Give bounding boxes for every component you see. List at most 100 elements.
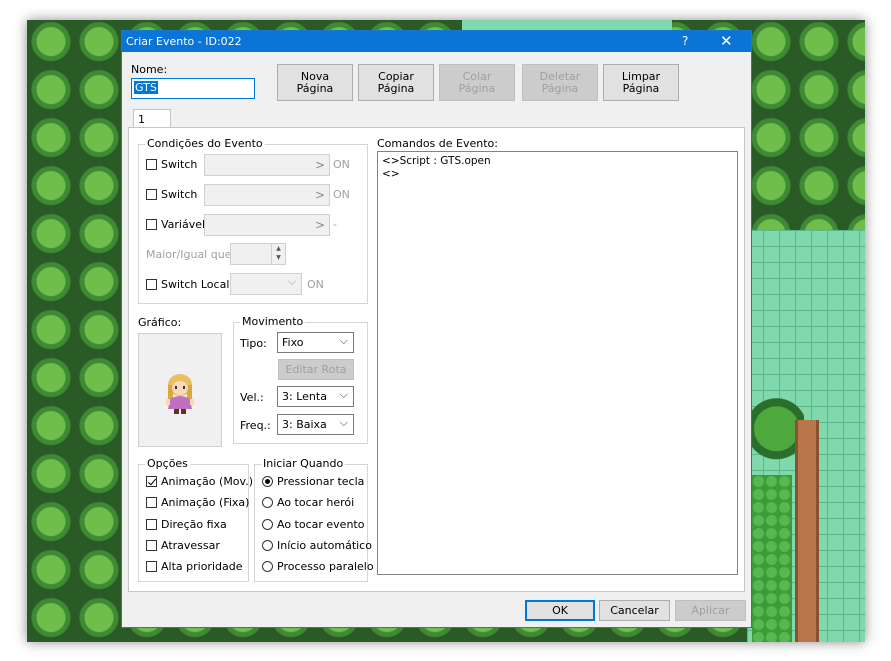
map-grass-area (462, 20, 672, 30)
variable-suffix: - (333, 218, 337, 231)
option-direction-fix-checkbox[interactable] (146, 519, 157, 530)
frequency-select[interactable]: 3: Baixa ⌵ (277, 414, 354, 435)
option-priority-checkbox[interactable] (146, 561, 157, 572)
trigger-player-touch-radio[interactable] (262, 497, 273, 508)
speed-value: 3: Lenta (282, 390, 327, 403)
local-switch-suffix: ON (307, 278, 324, 291)
command-line[interactable]: <>Script : GTS.open (382, 155, 491, 167)
option-step-animation-checkbox[interactable] (146, 497, 157, 508)
trigger-parallel-label: Processo paralelo (277, 560, 374, 573)
character-sprite (166, 374, 194, 414)
clear-page-label: Limpar (621, 69, 661, 83)
clear-page-label: Página (622, 81, 660, 95)
clear-page-button[interactable]: Limpar Página (603, 64, 679, 101)
trigger-event-touch-label: Ao tocar evento (277, 518, 365, 531)
local-switch-label: Switch Local (161, 278, 230, 291)
option-walk-animation-checkbox[interactable] (146, 476, 157, 487)
graphic-label: Gráfico: (138, 316, 182, 329)
movement-title: Movimento (240, 315, 306, 328)
window-title: Criar Evento - ID:022 (126, 35, 242, 48)
option-priority-label: Alta prioridade (161, 560, 243, 573)
trigger-player-touch-label: Ao tocar herói (277, 496, 355, 509)
switch1-checkbox[interactable] (146, 159, 157, 170)
frequency-value: 3: Baixa (282, 418, 327, 431)
trigger-parallel-radio[interactable] (262, 561, 273, 572)
trigger-event-touch-radio[interactable] (262, 519, 273, 530)
switch1-label: Switch (161, 158, 198, 171)
switch2-checkbox[interactable] (146, 189, 157, 200)
movement-type-label: Tipo: (240, 337, 267, 350)
variable-selector[interactable]: > (204, 214, 330, 236)
ok-button[interactable]: OK (525, 600, 595, 621)
greater-equal-label: Maior/Igual que (146, 248, 232, 261)
option-through-label: Atravessar (161, 539, 220, 552)
map-hedge (752, 475, 792, 642)
paste-page-button[interactable]: Colar Página (439, 64, 515, 101)
movement-type-value: Fixo (282, 336, 304, 349)
variable-checkbox[interactable] (146, 219, 157, 230)
option-step-animation-label: Animação (Fixa) (161, 496, 250, 509)
trigger-action-radio[interactable] (262, 476, 273, 487)
copy-page-label: Copiar (378, 69, 414, 83)
edit-route-button[interactable]: Editar Rota (278, 359, 354, 380)
trigger-autorun-label: Início automático (277, 539, 372, 552)
event-page-panel: Condições do Evento Switch > ON Switch >… (128, 127, 745, 592)
name-input-value: GTS (134, 81, 158, 94)
switch1-suffix: ON (333, 158, 350, 171)
graphic-preview[interactable] (138, 333, 222, 447)
switch1-selector[interactable]: > (204, 154, 330, 176)
chevron-right-icon: > (314, 158, 325, 172)
cancel-button[interactable]: Cancelar (599, 600, 670, 621)
title-bar[interactable]: Criar Evento - ID:022 ? ✕ (122, 31, 751, 52)
copy-page-button[interactable]: Copiar Página (358, 64, 434, 101)
chevron-right-icon: > (314, 188, 325, 202)
create-event-dialog: Criar Evento - ID:022 ? ✕ Nome: GTS Nova… (121, 30, 752, 628)
help-button[interactable]: ? (682, 34, 688, 48)
paste-page-label: Página (458, 81, 496, 95)
speed-label: Vel.: (240, 391, 264, 404)
option-direction-fix-label: Direção fixa (161, 518, 227, 531)
variable-value-spinner[interactable]: ▲ ▼ (230, 243, 286, 265)
conditions-group: Condições do Evento Switch > ON Switch >… (138, 137, 368, 304)
chevron-down-icon: ⌵ (339, 334, 348, 347)
commands-label: Comandos de Evento: (377, 137, 498, 150)
movement-group: Movimento Tipo: Fixo ⌵ Editar Rota Vel.:… (233, 315, 368, 444)
delete-page-label: Página (541, 81, 579, 95)
trigger-title: Iniciar Quando (261, 457, 346, 470)
options-title: Opções (145, 457, 190, 470)
local-switch-checkbox[interactable] (146, 279, 157, 290)
movement-type-select[interactable]: Fixo ⌵ (277, 332, 354, 353)
switch2-selector[interactable]: > (204, 184, 330, 206)
command-line[interactable]: <> (382, 168, 400, 180)
chevron-down-icon: ⌵ (339, 416, 348, 429)
chevron-down-icon: ⌵ (287, 275, 296, 288)
tab-page-1[interactable]: 1 (133, 109, 171, 128)
map-path (795, 420, 819, 642)
spinner-arrows-icon[interactable]: ▲ ▼ (271, 244, 285, 264)
trigger-autorun-radio[interactable] (262, 540, 273, 551)
option-through-checkbox[interactable] (146, 540, 157, 551)
new-page-button[interactable]: Nova Página (277, 64, 353, 101)
paste-page-label: Colar (462, 69, 492, 83)
conditions-title: Condições do Evento (145, 137, 265, 150)
new-page-label: Página (296, 81, 334, 95)
apply-button[interactable]: Aplicar (675, 600, 746, 621)
close-icon[interactable]: ✕ (720, 32, 733, 50)
options-group: Opções Animação (Mov.) Animação (Fixa) D… (138, 457, 253, 582)
name-label: Nome: (131, 63, 168, 76)
frequency-label: Freq.: (240, 419, 271, 432)
chevron-right-icon: > (314, 218, 325, 232)
switch2-label: Switch (161, 188, 198, 201)
delete-page-button[interactable]: Deletar Página (522, 64, 598, 101)
variable-label: Variável (161, 218, 206, 231)
switch2-suffix: ON (333, 188, 350, 201)
trigger-group: Iniciar Quando Pressionar tecla Ao tocar… (254, 457, 374, 582)
copy-page-label: Página (377, 81, 415, 95)
commands-list[interactable]: <>Script : GTS.open <> (377, 151, 738, 575)
delete-page-label: Deletar (539, 69, 581, 83)
option-walk-animation-label: Animação (Mov.) (161, 475, 253, 488)
trigger-action-label: Pressionar tecla (277, 475, 365, 488)
local-switch-select[interactable]: ⌵ (230, 273, 302, 295)
name-input[interactable]: GTS (131, 78, 255, 99)
speed-select[interactable]: 3: Lenta ⌵ (277, 386, 354, 407)
